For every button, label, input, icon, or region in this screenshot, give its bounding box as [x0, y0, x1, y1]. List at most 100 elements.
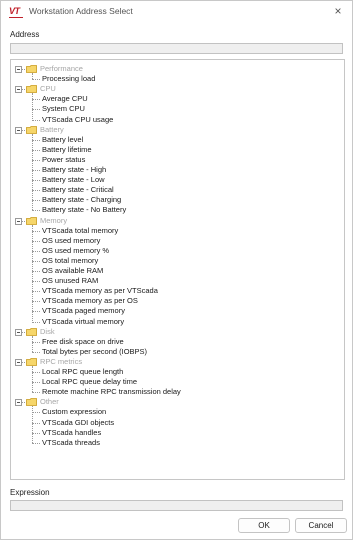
tree-item[interactable]: VTScada memory as per VTScada	[42, 286, 158, 296]
folder-icon	[26, 216, 37, 225]
tree-item[interactable]: OS used memory %	[42, 246, 109, 256]
tree-item[interactable]: VTScada threads	[42, 438, 100, 448]
folder-icon	[26, 85, 37, 94]
tree-item[interactable]: Average CPU	[42, 94, 88, 104]
tree-connector	[32, 133, 33, 211]
tree-item[interactable]: VTScada virtual memory	[42, 317, 124, 327]
collapse-icon[interactable]	[15, 399, 22, 407]
tree-item[interactable]: Remote machine RPC transmission delay	[42, 387, 181, 397]
tree-item[interactable]: Battery state - High	[42, 165, 106, 175]
collapse-icon[interactable]	[15, 217, 22, 225]
tree-item[interactable]: Battery lifetime	[42, 145, 92, 155]
tree-connector	[32, 230, 40, 232]
vtscada-logo-icon: VT	[9, 7, 25, 18]
close-button[interactable]: ×	[324, 1, 352, 23]
tree-category-label[interactable]: Disk	[40, 327, 55, 337]
tree-item[interactable]: Local RPC queue length	[42, 367, 123, 377]
tree-connector	[32, 119, 40, 121]
tree-connector	[32, 365, 33, 393]
folder-icon	[26, 398, 37, 407]
tree-category-label[interactable]: RPC metrics	[40, 357, 82, 367]
tree-item[interactable]: OS unused RAM	[42, 276, 98, 286]
tree-item[interactable]: OS used memory	[42, 236, 100, 246]
tree-connector	[22, 220, 25, 222]
tree-connector	[22, 69, 25, 70]
tree-item[interactable]: Local RPC queue delay time	[42, 377, 137, 387]
folder-icon	[26, 125, 37, 134]
tree-connector	[32, 224, 33, 322]
tree-item[interactable]: VTScada handles	[42, 428, 101, 438]
dialog-window: VT Workstation Address Select × Address …	[0, 0, 353, 540]
tree-connector	[32, 170, 40, 171]
tree-connector	[32, 271, 40, 272]
tree-item[interactable]: Power status	[42, 155, 85, 165]
tree-connector	[32, 159, 40, 161]
collapse-icon[interactable]	[15, 328, 22, 336]
tree-category-label[interactable]: Memory	[40, 216, 67, 226]
tree-connector	[32, 139, 40, 141]
tree-item[interactable]: VTScada GDI objects	[42, 418, 114, 428]
tree-item[interactable]: Battery level	[42, 135, 83, 145]
tree-connector	[32, 321, 40, 323]
tree-connector	[22, 361, 25, 363]
tree-item[interactable]: Free disk space on drive	[42, 337, 124, 347]
tree-connector	[32, 335, 33, 352]
tree-connector	[32, 301, 40, 303]
tree-connector	[32, 93, 33, 120]
tree-connector	[32, 422, 40, 424]
tree-connector	[32, 73, 33, 79]
title-bar: VT Workstation Address Select ×	[1, 1, 352, 23]
tree-item[interactable]: OS available RAM	[42, 266, 103, 276]
tree-item[interactable]: Processing load	[42, 74, 95, 84]
tree-category-label[interactable]: Battery	[40, 125, 64, 135]
cancel-button[interactable]: Cancel	[295, 518, 347, 533]
collapse-icon[interactable]	[15, 66, 22, 73]
tree-category-label[interactable]: Other	[40, 397, 59, 407]
tree-connector	[32, 392, 40, 394]
window-title: Workstation Address Select	[29, 6, 133, 16]
tree-connector	[32, 382, 40, 384]
tree-item[interactable]: System CPU	[42, 104, 85, 114]
tree-connector	[32, 442, 40, 444]
tree-connector	[32, 190, 40, 192]
tree-connector	[32, 210, 40, 212]
folder-icon	[26, 65, 37, 73]
tree-category-label[interactable]: Performance	[40, 64, 83, 74]
tree-item[interactable]: VTScada memory as per OS	[42, 296, 138, 306]
tree-connector	[32, 109, 40, 111]
tree-item[interactable]: Custom expression	[42, 407, 106, 417]
expression-field[interactable]	[10, 500, 343, 511]
tree-connector	[32, 281, 40, 283]
tree-item[interactable]: Battery state - Low	[42, 175, 105, 185]
address-label: Address	[10, 30, 40, 39]
address-field[interactable]	[10, 43, 343, 54]
tree-category-label[interactable]: CPU	[40, 84, 56, 94]
tree-connector	[32, 412, 40, 414]
tree-item[interactable]: VTScada total memory	[42, 226, 118, 236]
tree-item[interactable]: Battery state - Charging	[42, 195, 121, 205]
tree-connector	[32, 180, 40, 182]
folder-icon	[26, 357, 37, 366]
tree-item[interactable]: Battery state - No Battery	[42, 205, 126, 215]
ok-button[interactable]: OK	[238, 518, 290, 533]
tree-connector	[32, 341, 40, 343]
expression-label: Expression	[10, 488, 50, 497]
tree-connector	[32, 200, 40, 202]
folder-icon	[26, 327, 37, 336]
tree-connector	[22, 331, 25, 333]
tree-connector	[32, 240, 40, 242]
collapse-icon[interactable]	[15, 126, 22, 134]
address-tree[interactable]: Performance Processing load CPU Average CPU…	[10, 59, 345, 480]
tree-connector	[32, 79, 40, 81]
tree-connector	[32, 351, 40, 353]
tree-item[interactable]: Battery state - Critical	[42, 185, 114, 195]
tree-item[interactable]: OS total memory	[42, 256, 98, 266]
tree-connector	[32, 250, 40, 252]
tree-connector	[32, 432, 40, 434]
collapse-icon[interactable]	[15, 358, 22, 366]
tree-item[interactable]: VTScada paged memory	[42, 306, 125, 316]
collapse-icon[interactable]	[15, 86, 22, 94]
tree-item[interactable]: VTScada CPU usage	[42, 115, 113, 125]
tree-item[interactable]: Total bytes per second (IOBPS)	[42, 347, 147, 357]
tree-connector	[32, 311, 40, 313]
